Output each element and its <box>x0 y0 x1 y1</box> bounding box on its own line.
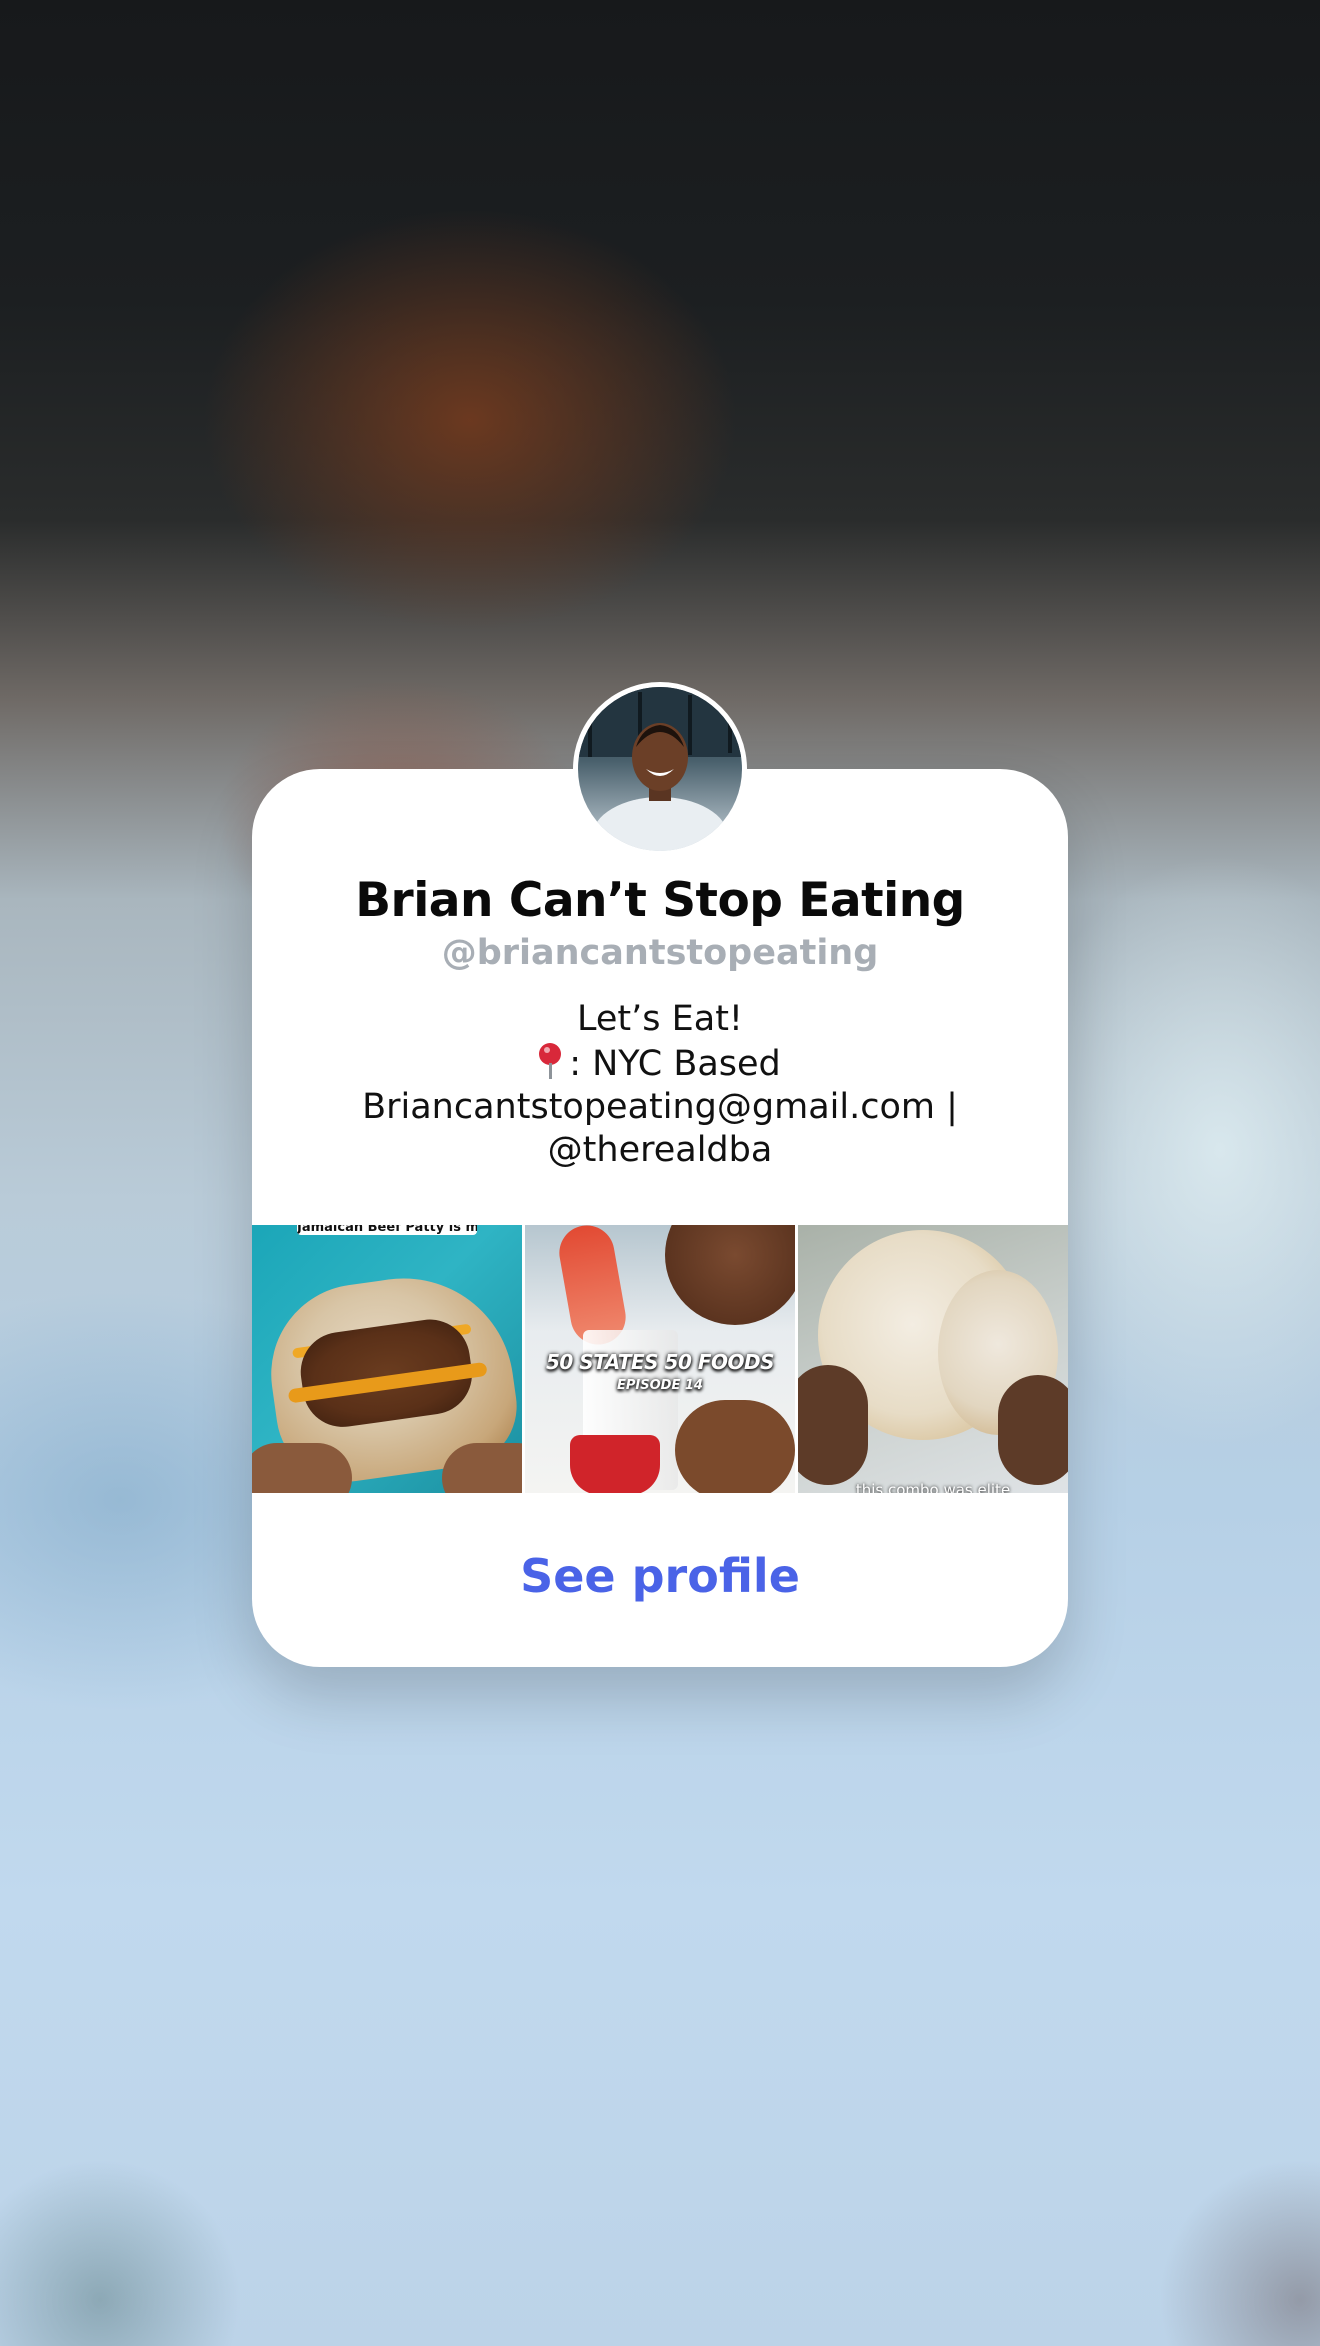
profile-avatar[interactable] <box>573 682 747 856</box>
avatar-photo <box>578 687 742 851</box>
person-silhouette-icon <box>578 687 742 851</box>
post-overlay-title: 50 STATES 50 FOODS <box>546 1350 775 1374</box>
post-thumbnail[interactable]: Jamaican Beef Patty is made <box>252 1225 522 1493</box>
bio-line: Let’s Eat! <box>577 999 743 1039</box>
post-thumbnail[interactable]: this combo was elite <box>798 1225 1068 1493</box>
username: @briancantstopeating <box>441 933 879 973</box>
hand-image <box>675 1400 795 1493</box>
bio: Let’s Eat! : NYC Based Briancantstopeati… <box>312 998 1008 1172</box>
bio-line-location: : NYC Based <box>312 1041 1008 1086</box>
profile-card: Brian Can’t Stop Eating @briancantstopea… <box>252 769 1068 1667</box>
bio-line-email: Briancantstopeating@gmail.com | <box>362 1087 958 1127</box>
person-image <box>665 1225 795 1325</box>
hand-image <box>442 1443 522 1493</box>
hand-image <box>252 1443 352 1493</box>
recent-posts-grid: Jamaican Beef Patty is made 50 STATES 50… <box>252 1225 1068 1493</box>
post-caption: this combo was elite <box>855 1481 1011 1493</box>
bio-line-handle: @therealdba <box>547 1130 773 1170</box>
hand-image <box>998 1375 1068 1485</box>
post-overlay-subtitle: EPISODE 14 <box>617 1378 703 1393</box>
round-pushpin-icon <box>539 1041 562 1081</box>
red-bowl-image <box>570 1435 660 1493</box>
bio-line: : NYC Based <box>569 1044 781 1084</box>
display-name: Brian Can’t Stop Eating <box>355 873 965 928</box>
post-thumbnail[interactable]: 50 STATES 50 FOODS EPISODE 14 <box>525 1225 795 1493</box>
hand-image <box>798 1365 868 1485</box>
see-profile-button[interactable]: See profile <box>252 1549 1068 1603</box>
post-caption: Jamaican Beef Patty is made <box>297 1225 477 1235</box>
